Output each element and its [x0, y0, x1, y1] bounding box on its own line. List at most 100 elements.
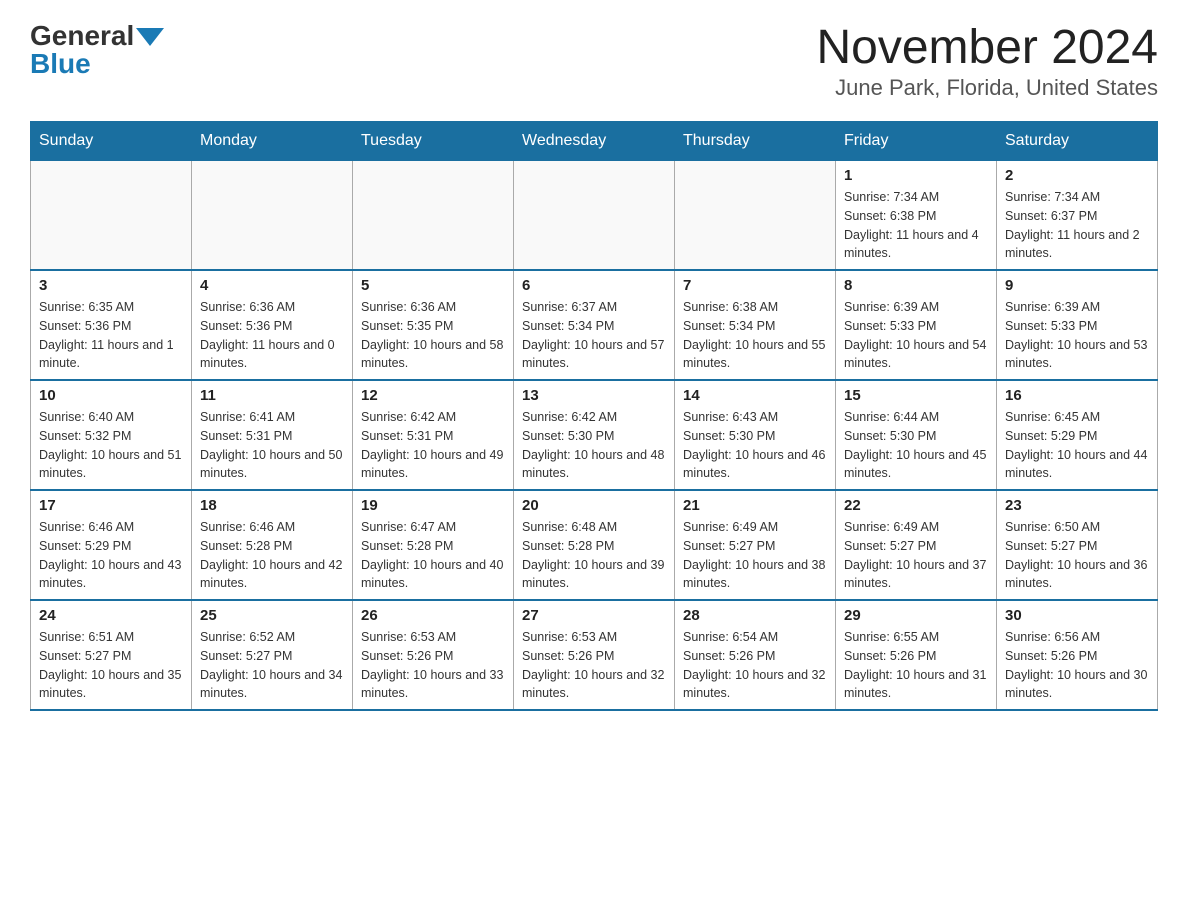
day-info: Sunrise: 6:42 AMSunset: 5:30 PMDaylight:…	[522, 408, 666, 483]
calendar-cell: 22 Sunrise: 6:49 AMSunset: 5:27 PMDayligh…	[836, 490, 997, 600]
day-number: 9	[1005, 277, 1149, 294]
day-number: 17	[39, 497, 183, 514]
calendar-cell	[192, 161, 353, 271]
day-info: Sunrise: 6:45 AMSunset: 5:29 PMDaylight:…	[1005, 408, 1149, 483]
week-row-4: 24Sunrise: 6:51 AMSunset: 5:27 PMDayligh…	[31, 600, 1158, 710]
logo-triangle-icon	[136, 28, 164, 46]
day-number: 1	[844, 167, 988, 184]
header-friday: Friday	[836, 122, 997, 161]
day-info: Sunrise: 6:36 AMSunset: 5:36 PMDaylight:…	[200, 298, 344, 373]
calendar-cell: 27 Sunrise: 6:53 AMSunset: 5:26 PMDayligh…	[514, 600, 675, 710]
day-info: Sunrise: 6:46 AMSunset: 5:28 PMDaylight:…	[200, 518, 344, 593]
day-info: Sunrise: 6:43 AMSunset: 5:30 PMDaylight:…	[683, 408, 827, 483]
calendar-cell: 17 Sunrise: 6:46 AMSunset: 5:29 PMDayligh…	[31, 490, 192, 600]
day-number: 4	[200, 277, 344, 294]
day-number: 27	[522, 607, 666, 624]
calendar-cell	[31, 161, 192, 271]
header-tuesday: Tuesday	[353, 122, 514, 161]
calendar-cell: 10 Sunrise: 6:40 AMSunset: 5:32 PMDayligh…	[31, 380, 192, 490]
day-info: Sunrise: 6:44 AMSunset: 5:30 PMDaylight:…	[844, 408, 988, 483]
header-row: Sunday Monday Tuesday Wednesday Thursday…	[31, 122, 1158, 161]
header-sunday: Sunday	[31, 122, 192, 161]
calendar-cell: 11Sunrise: 6:41 AMSunset: 5:31 PMDayligh…	[192, 380, 353, 490]
day-number: 22	[844, 497, 988, 514]
day-info: Sunrise: 6:54 AMSunset: 5:26 PMDaylight:…	[683, 628, 827, 703]
calendar-header: Sunday Monday Tuesday Wednesday Thursday…	[31, 122, 1158, 161]
logo-blue-text: Blue	[30, 48, 91, 79]
day-info: Sunrise: 6:47 AMSunset: 5:28 PMDaylight:…	[361, 518, 505, 593]
day-number: 14	[683, 387, 827, 404]
day-number: 16	[1005, 387, 1149, 404]
calendar-cell	[353, 161, 514, 271]
calendar-cell: 21 Sunrise: 6:49 AMSunset: 5:27 PMDayligh…	[675, 490, 836, 600]
title-block: November 2024 June Park, Florida, United…	[816, 20, 1158, 101]
page-subtitle: June Park, Florida, United States	[816, 75, 1158, 101]
day-info: Sunrise: 6:35 AMSunset: 5:36 PMDaylight:…	[39, 298, 183, 373]
calendar-cell: 5Sunrise: 6:36 AMSunset: 5:35 PMDaylight…	[353, 270, 514, 380]
week-row-3: 17 Sunrise: 6:46 AMSunset: 5:29 PMDayligh…	[31, 490, 1158, 600]
calendar-cell: 20 Sunrise: 6:48 AMSunset: 5:28 PMDayligh…	[514, 490, 675, 600]
day-info: Sunrise: 6:49 AMSunset: 5:27 PMDaylight:…	[844, 518, 988, 593]
page-header: General Blue November 2024 June Park, Fl…	[30, 20, 1158, 101]
day-number: 18	[200, 497, 344, 514]
day-number: 26	[361, 607, 505, 624]
day-info: Sunrise: 6:51 AMSunset: 5:27 PMDaylight:…	[39, 628, 183, 703]
calendar-cell: 18 Sunrise: 6:46 AMSunset: 5:28 PMDayligh…	[192, 490, 353, 600]
day-number: 10	[39, 387, 183, 404]
week-row-2: 10 Sunrise: 6:40 AMSunset: 5:32 PMDayligh…	[31, 380, 1158, 490]
calendar-cell: 12 Sunrise: 6:42 AMSunset: 5:31 PMDayligh…	[353, 380, 514, 490]
calendar-cell: 3 Sunrise: 6:35 AMSunset: 5:36 PMDaylight…	[31, 270, 192, 380]
day-info: Sunrise: 7:34 AMSunset: 6:38 PMDaylight:…	[844, 188, 988, 263]
day-info: Sunrise: 6:53 AMSunset: 5:26 PMDaylight:…	[522, 628, 666, 703]
calendar-cell: 6Sunrise: 6:37 AMSunset: 5:34 PMDaylight…	[514, 270, 675, 380]
day-number: 19	[361, 497, 505, 514]
logo: General Blue	[30, 20, 164, 80]
calendar-cell: 8Sunrise: 6:39 AMSunset: 5:33 PMDaylight…	[836, 270, 997, 380]
day-info: Sunrise: 6:36 AMSunset: 5:35 PMDaylight:…	[361, 298, 505, 373]
day-info: Sunrise: 6:49 AMSunset: 5:27 PMDaylight:…	[683, 518, 827, 593]
day-number: 23	[1005, 497, 1149, 514]
day-info: Sunrise: 6:39 AMSunset: 5:33 PMDaylight:…	[844, 298, 988, 373]
day-info: Sunrise: 6:38 AMSunset: 5:34 PMDaylight:…	[683, 298, 827, 373]
day-number: 3	[39, 277, 183, 294]
day-number: 29	[844, 607, 988, 624]
day-info: Sunrise: 6:48 AMSunset: 5:28 PMDaylight:…	[522, 518, 666, 593]
day-number: 12	[361, 387, 505, 404]
week-row-0: 1 Sunrise: 7:34 AMSunset: 6:38 PMDaylight…	[31, 161, 1158, 271]
calendar-cell: 24Sunrise: 6:51 AMSunset: 5:27 PMDayligh…	[31, 600, 192, 710]
calendar-cell: 7Sunrise: 6:38 AMSunset: 5:34 PMDaylight…	[675, 270, 836, 380]
day-info: Sunrise: 6:50 AMSunset: 5:27 PMDaylight:…	[1005, 518, 1149, 593]
day-info: Sunrise: 6:46 AMSunset: 5:29 PMDaylight:…	[39, 518, 183, 593]
day-info: Sunrise: 7:34 AMSunset: 6:37 PMDaylight:…	[1005, 188, 1149, 263]
day-number: 21	[683, 497, 827, 514]
calendar-cell: 25 Sunrise: 6:52 AMSunset: 5:27 PMDayligh…	[192, 600, 353, 710]
calendar-cell: 14 Sunrise: 6:43 AMSunset: 5:30 PMDayligh…	[675, 380, 836, 490]
day-info: Sunrise: 6:52 AMSunset: 5:27 PMDaylight:…	[200, 628, 344, 703]
calendar-cell: 1 Sunrise: 7:34 AMSunset: 6:38 PMDaylight…	[836, 161, 997, 271]
page-title: November 2024	[816, 20, 1158, 75]
day-info: Sunrise: 6:37 AMSunset: 5:34 PMDaylight:…	[522, 298, 666, 373]
calendar-cell	[514, 161, 675, 271]
day-number: 2	[1005, 167, 1149, 184]
day-number: 15	[844, 387, 988, 404]
calendar-cell: 29 Sunrise: 6:55 AMSunset: 5:26 PMDayligh…	[836, 600, 997, 710]
calendar-cell: 9 Sunrise: 6:39 AMSunset: 5:33 PMDaylight…	[997, 270, 1158, 380]
day-info: Sunrise: 6:56 AMSunset: 5:26 PMDaylight:…	[1005, 628, 1149, 703]
calendar-cell: 16 Sunrise: 6:45 AMSunset: 5:29 PMDayligh…	[997, 380, 1158, 490]
week-row-1: 3 Sunrise: 6:35 AMSunset: 5:36 PMDaylight…	[31, 270, 1158, 380]
calendar-cell: 15 Sunrise: 6:44 AMSunset: 5:30 PMDayligh…	[836, 380, 997, 490]
day-number: 30	[1005, 607, 1149, 624]
day-info: Sunrise: 6:40 AMSunset: 5:32 PMDaylight:…	[39, 408, 183, 483]
calendar-cell: 28 Sunrise: 6:54 AMSunset: 5:26 PMDayligh…	[675, 600, 836, 710]
day-number: 20	[522, 497, 666, 514]
calendar-cell	[675, 161, 836, 271]
day-number: 28	[683, 607, 827, 624]
day-info: Sunrise: 6:39 AMSunset: 5:33 PMDaylight:…	[1005, 298, 1149, 373]
calendar-cell: 23 Sunrise: 6:50 AMSunset: 5:27 PMDayligh…	[997, 490, 1158, 600]
day-info: Sunrise: 6:55 AMSunset: 5:26 PMDaylight:…	[844, 628, 988, 703]
day-number: 13	[522, 387, 666, 404]
day-number: 25	[200, 607, 344, 624]
day-number: 11	[200, 387, 344, 404]
header-monday: Monday	[192, 122, 353, 161]
day-info: Sunrise: 6:42 AMSunset: 5:31 PMDaylight:…	[361, 408, 505, 483]
